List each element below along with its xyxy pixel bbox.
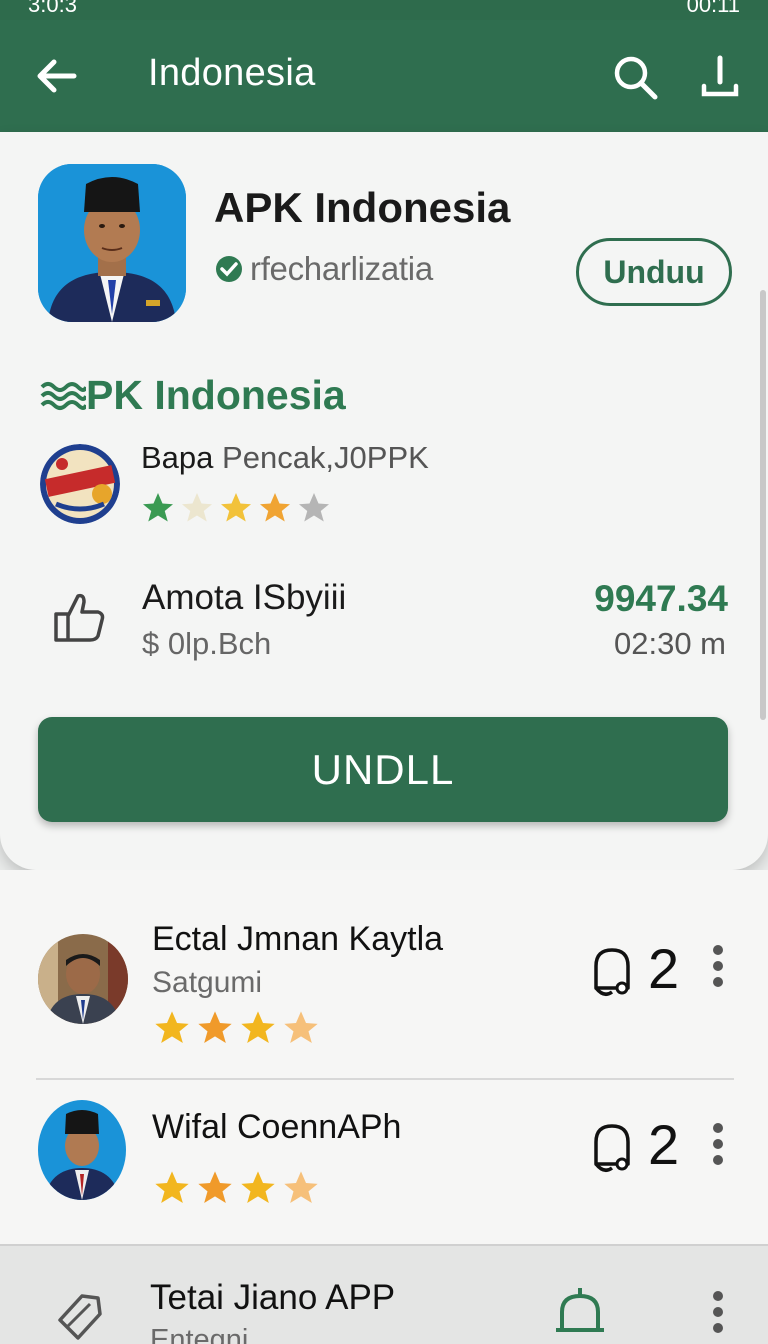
info-title: Amota ISbyiii xyxy=(142,578,347,617)
list-item-stars xyxy=(152,1008,321,1048)
info-subtitle: $ 0lp.Bch xyxy=(142,626,272,661)
avatar xyxy=(38,934,128,1024)
developer-logo xyxy=(40,444,120,524)
section-title: PK Indonesia xyxy=(40,372,346,419)
more-vert-icon[interactable] xyxy=(706,1290,730,1334)
star-icon xyxy=(198,1011,232,1043)
publisher-row: rfecharlizatia xyxy=(214,250,433,288)
list-item-subtitle: Entegni xyxy=(150,1324,249,1344)
star-icon xyxy=(155,1011,189,1043)
star-icon xyxy=(241,1011,275,1043)
developer-name[interactable]: Bapa Pencak,J0PPK xyxy=(141,440,429,476)
page-title: Indonesia xyxy=(148,52,316,94)
status-bar: 3:0:3 00:11 xyxy=(0,0,768,20)
star-icon xyxy=(284,1171,318,1203)
star-icon xyxy=(241,1171,275,1203)
list-item-title: Tetai Jiano APP xyxy=(150,1278,396,1317)
section-title-text: PK Indonesia xyxy=(86,372,346,418)
more-vert-icon[interactable] xyxy=(706,1122,730,1166)
list-divider xyxy=(36,1078,734,1080)
star-icon xyxy=(143,493,173,522)
bell-icon[interactable] xyxy=(550,1286,610,1344)
star-icon xyxy=(260,493,290,522)
list-item-title: Ectal Jmnan Kaytla xyxy=(152,920,444,958)
list-item[interactable]: Wifal CoennAPh 2 xyxy=(0,1090,768,1230)
status-time: 3:0:3 xyxy=(28,0,77,17)
list-item-subtitle: Satgumi xyxy=(152,966,263,999)
developer-rating-stars xyxy=(140,490,332,526)
star-icon xyxy=(182,493,212,522)
tag-icon xyxy=(58,1294,102,1340)
list-item-stars xyxy=(152,1168,321,1208)
list-item[interactable]: Ectal Jmnan Kaytla Satgumi 2 xyxy=(0,912,768,1062)
status-icons: 00:11 xyxy=(686,0,740,17)
list-item-count: 2 xyxy=(648,1113,680,1176)
scrollbar[interactable] xyxy=(760,290,766,720)
star-icon xyxy=(284,1011,318,1043)
avatar xyxy=(38,1100,126,1200)
info-time: 02:30 m xyxy=(613,626,726,661)
list-item[interactable]: Tetai Jiano APP Entegni xyxy=(0,1244,768,1344)
thumbs-up-icon xyxy=(54,593,105,642)
app-bar: Indonesia xyxy=(0,20,768,132)
waves-icon xyxy=(40,381,86,410)
download-button[interactable]: UNDLL xyxy=(38,717,728,822)
star-icon xyxy=(299,493,329,522)
star-icon xyxy=(198,1171,232,1203)
back-arrow-icon[interactable] xyxy=(34,54,78,98)
list-item-count: 2 xyxy=(648,937,680,1000)
search-icon[interactable] xyxy=(612,54,658,100)
star-icon xyxy=(221,493,251,522)
app-name: APK Indonesia xyxy=(214,184,511,231)
list-item-title: Wifal CoennAPh xyxy=(152,1108,402,1146)
install-outline-button[interactable]: Unduu xyxy=(576,238,732,306)
notification-bell-icon[interactable] xyxy=(588,944,636,998)
developer-name-primary: Bapa xyxy=(141,440,214,475)
more-vert-icon[interactable] xyxy=(706,944,730,988)
download-icon[interactable] xyxy=(700,54,740,100)
info-value: 9947.34 xyxy=(594,578,728,619)
verified-check-icon xyxy=(216,256,242,282)
status-right-text: 00:11 xyxy=(686,0,740,17)
developer-name-secondary: Pencak,J0PPK xyxy=(222,440,429,475)
notification-bell-icon[interactable] xyxy=(588,1120,636,1174)
star-icon xyxy=(155,1171,189,1203)
publisher-name[interactable]: rfecharlizatia xyxy=(250,250,433,288)
app-icon xyxy=(38,164,186,322)
